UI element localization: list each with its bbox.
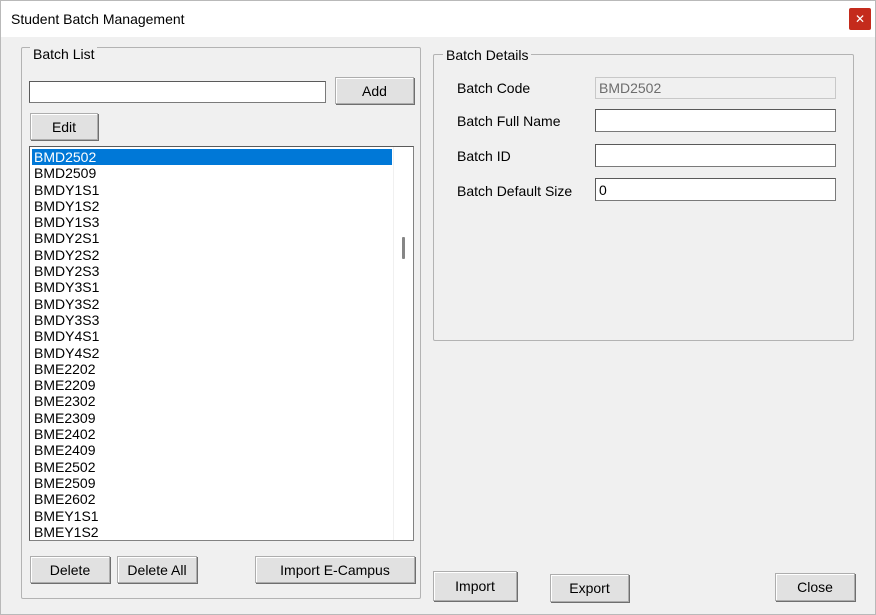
list-item[interactable]: BMDY2S1 bbox=[32, 230, 392, 246]
list-item[interactable]: BME2409 bbox=[32, 442, 392, 458]
list-item[interactable]: BMDY2S2 bbox=[32, 247, 392, 263]
batch-search-input[interactable] bbox=[29, 81, 326, 103]
batch-default-size-label: Batch Default Size bbox=[457, 183, 573, 199]
batch-id-field[interactable] bbox=[595, 144, 836, 167]
list-item[interactable]: BMD2509 bbox=[32, 165, 392, 181]
list-item[interactable]: BME2602 bbox=[32, 491, 392, 507]
close-button[interactable]: Close bbox=[775, 573, 855, 601]
list-item[interactable]: BMDY1S3 bbox=[32, 214, 392, 230]
batch-code-field bbox=[595, 77, 836, 99]
scrollbar-thumb[interactable] bbox=[402, 237, 405, 259]
list-item[interactable]: BMDY4S2 bbox=[32, 345, 392, 361]
import-button[interactable]: Import bbox=[433, 571, 517, 601]
close-window-icon[interactable]: ✕ bbox=[849, 8, 871, 30]
window-title: Student Batch Management bbox=[11, 11, 185, 27]
add-button[interactable]: Add bbox=[335, 77, 414, 104]
export-button[interactable]: Export bbox=[550, 574, 629, 602]
batch-list-items: BMD2502 BMD2509 BMDY1S1 BMDY1S2 BMDY1S3 BMDY2… bbox=[32, 149, 392, 540]
list-item[interactable]: BME2309 bbox=[32, 410, 392, 426]
list-item[interactable]: BMDY3S2 bbox=[32, 296, 392, 312]
batch-default-size-field[interactable] bbox=[595, 178, 836, 201]
list-item[interactable]: BMDY3S1 bbox=[32, 279, 392, 295]
student-batch-management-window: Student Batch Management ✕ Batch List Ad… bbox=[0, 0, 876, 615]
batch-details-group-label: Batch Details bbox=[443, 47, 532, 63]
list-item[interactable]: BMEY1S1 bbox=[32, 508, 392, 524]
list-item[interactable]: BME2509 bbox=[32, 475, 392, 491]
batch-full-name-label: Batch Full Name bbox=[457, 113, 561, 129]
title-bar: Student Batch Management ✕ bbox=[1, 1, 875, 37]
list-item[interactable]: BMDY1S1 bbox=[32, 182, 392, 198]
list-item[interactable]: BME2202 bbox=[32, 361, 392, 377]
batch-listbox[interactable]: BMD2502 BMD2509 BMDY1S1 BMDY1S2 BMDY1S3 BMDY2… bbox=[29, 146, 414, 541]
batch-list-group-label: Batch List bbox=[30, 46, 98, 62]
list-item[interactable]: BME2402 bbox=[32, 426, 392, 442]
delete-button[interactable]: Delete bbox=[30, 556, 110, 583]
list-item[interactable]: BME2502 bbox=[32, 459, 392, 475]
batch-code-label: Batch Code bbox=[457, 80, 531, 96]
listbox-scrollbar[interactable] bbox=[393, 147, 413, 540]
edit-button[interactable]: Edit bbox=[30, 113, 98, 140]
list-item[interactable]: BMDY4S1 bbox=[32, 328, 392, 344]
delete-all-button[interactable]: Delete All bbox=[117, 556, 197, 583]
list-item[interactable]: BMDY1S2 bbox=[32, 198, 392, 214]
list-item[interactable]: BME2209 bbox=[32, 377, 392, 393]
list-item[interactable]: BME2302 bbox=[32, 393, 392, 409]
list-item[interactable]: BMD2502 bbox=[32, 149, 392, 166]
import-e-campus-button[interactable]: Import E-Campus bbox=[255, 556, 415, 583]
list-item[interactable]: BMEY1S2 bbox=[32, 524, 392, 540]
batch-full-name-field[interactable] bbox=[595, 109, 836, 132]
list-item[interactable]: BMDY2S3 bbox=[32, 263, 392, 279]
batch-id-label: Batch ID bbox=[457, 148, 511, 164]
list-item[interactable]: BMDY3S3 bbox=[32, 312, 392, 328]
